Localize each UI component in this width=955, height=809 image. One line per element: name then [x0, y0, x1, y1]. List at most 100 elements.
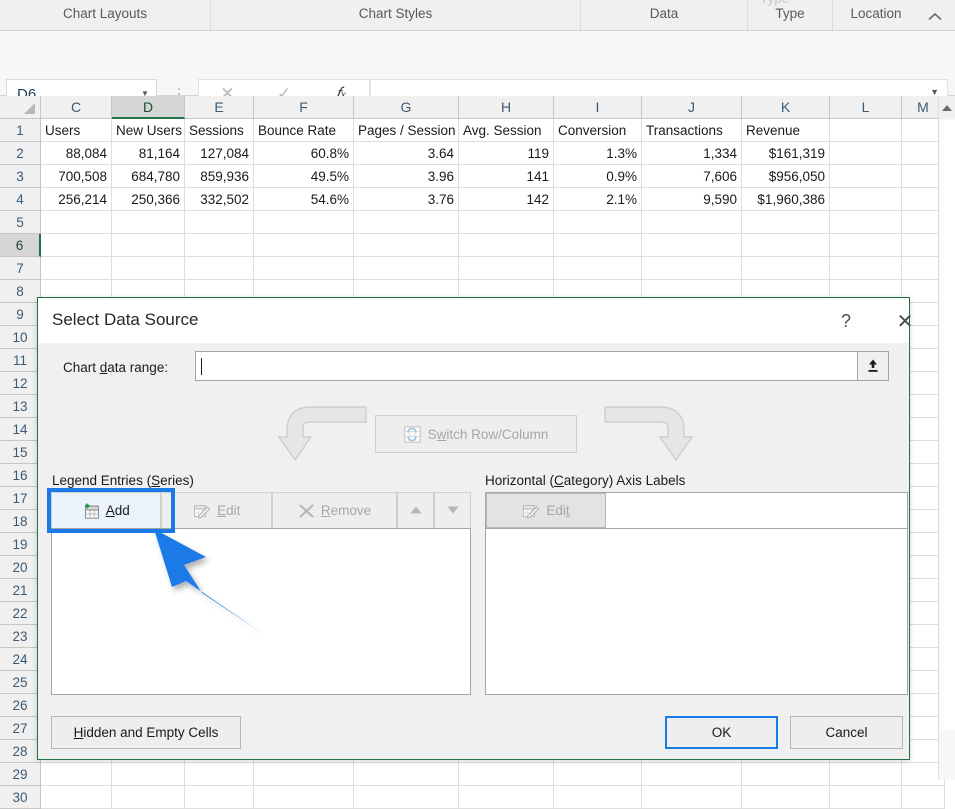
row-header-16[interactable]: 16: [0, 464, 41, 487]
cell[interactable]: [742, 763, 830, 786]
row-header-22[interactable]: 22: [0, 602, 41, 625]
data-cell[interactable]: 9,590: [642, 188, 742, 211]
data-cell[interactable]: 3.64: [354, 142, 459, 165]
vertical-scrollbar[interactable]: [938, 96, 955, 780]
header-cell[interactable]: Revenue: [742, 119, 830, 142]
row-header-21[interactable]: 21: [0, 579, 41, 602]
row-header-29[interactable]: 29: [0, 763, 41, 786]
cell[interactable]: [112, 257, 185, 280]
cell[interactable]: [41, 211, 112, 234]
cell[interactable]: [642, 763, 742, 786]
cell[interactable]: [554, 234, 642, 257]
header-cell[interactable]: Avg. Session: [459, 119, 554, 142]
header-cell[interactable]: Pages / Session: [354, 119, 459, 142]
data-cell[interactable]: 256,214: [41, 188, 112, 211]
row-header-23[interactable]: 23: [0, 625, 41, 648]
cell[interactable]: [112, 786, 185, 809]
hidden-and-empty-cells-button[interactable]: Hidden and Empty Cells: [51, 716, 241, 749]
data-cell[interactable]: 1.3%: [554, 142, 642, 165]
row-header-20[interactable]: 20: [0, 556, 41, 579]
column-header-e[interactable]: E: [185, 96, 254, 119]
data-cell[interactable]: 142: [459, 188, 554, 211]
cell[interactable]: [830, 142, 902, 165]
cell[interactable]: [254, 257, 354, 280]
row-header-5[interactable]: 5: [0, 211, 41, 234]
help-icon[interactable]: ?: [831, 307, 861, 335]
data-cell[interactable]: 141: [459, 165, 554, 188]
cell[interactable]: [354, 211, 459, 234]
data-cell[interactable]: $161,319: [742, 142, 830, 165]
column-header-g[interactable]: G: [354, 96, 459, 119]
row-header-8[interactable]: 8: [0, 280, 41, 303]
cell[interactable]: [459, 211, 554, 234]
cell[interactable]: [742, 786, 830, 809]
dialog-titlebar[interactable]: Select Data Source ? ✕: [38, 298, 909, 343]
scroll-up-arrow-icon[interactable]: [939, 96, 955, 119]
cell[interactable]: [112, 234, 185, 257]
cell[interactable]: [830, 763, 902, 786]
cell[interactable]: [830, 257, 902, 280]
column-header-h[interactable]: H: [459, 96, 554, 119]
cell[interactable]: [554, 786, 642, 809]
data-cell[interactable]: 49.5%: [254, 165, 354, 188]
cell[interactable]: [642, 786, 742, 809]
axis-labels-listbox[interactable]: [485, 528, 908, 695]
ribbon-group-chart-styles[interactable]: Chart Styles: [210, 0, 580, 30]
row-header-19[interactable]: 19: [0, 533, 41, 556]
cell[interactable]: [254, 763, 354, 786]
cell[interactable]: [830, 188, 902, 211]
header-cell[interactable]: Conversion: [554, 119, 642, 142]
row-header-28[interactable]: 28: [0, 740, 41, 763]
cell[interactable]: [254, 786, 354, 809]
cell[interactable]: [459, 234, 554, 257]
cell[interactable]: [742, 257, 830, 280]
row-header-4[interactable]: 4: [0, 188, 41, 211]
cell[interactable]: [830, 786, 902, 809]
cell[interactable]: [41, 786, 112, 809]
chevron-up-icon[interactable]: [921, 6, 949, 28]
data-cell[interactable]: 88,084: [41, 142, 112, 165]
row-header-27[interactable]: 27: [0, 717, 41, 740]
cell[interactable]: [185, 211, 254, 234]
cell[interactable]: [41, 234, 112, 257]
data-cell[interactable]: 0.9%: [554, 165, 642, 188]
legend-entries-listbox[interactable]: [51, 528, 471, 695]
cell[interactable]: [459, 257, 554, 280]
switch-row-column-button[interactable]: Switch Row/Column: [375, 415, 577, 453]
cell[interactable]: [185, 257, 254, 280]
data-cell[interactable]: 684,780: [112, 165, 185, 188]
data-cell[interactable]: 54.6%: [254, 188, 354, 211]
row-header-24[interactable]: 24: [0, 648, 41, 671]
cell[interactable]: [112, 211, 185, 234]
cell[interactable]: [459, 786, 554, 809]
cell[interactable]: [354, 234, 459, 257]
cell[interactable]: [354, 763, 459, 786]
cell[interactable]: [354, 786, 459, 809]
chart-data-range-input[interactable]: [195, 351, 875, 381]
cell[interactable]: [742, 234, 830, 257]
data-cell[interactable]: 81,164: [112, 142, 185, 165]
column-header-f[interactable]: F: [254, 96, 354, 119]
cell[interactable]: [185, 786, 254, 809]
cell[interactable]: [354, 257, 459, 280]
data-cell[interactable]: $956,050: [742, 165, 830, 188]
cell[interactable]: [554, 763, 642, 786]
cell[interactable]: [642, 257, 742, 280]
edit-axis-labels-button[interactable]: Edit: [486, 493, 606, 528]
row-header-3[interactable]: 3: [0, 165, 41, 188]
data-cell[interactable]: 2.1%: [554, 188, 642, 211]
data-cell[interactable]: $1,960,386: [742, 188, 830, 211]
data-cell[interactable]: 1,334: [642, 142, 742, 165]
data-cell[interactable]: 859,936: [185, 165, 254, 188]
ribbon-group-location[interactable]: Location: [832, 0, 919, 30]
cancel-button[interactable]: Cancel: [790, 716, 903, 749]
row-header-18[interactable]: 18: [0, 510, 41, 533]
select-data-source-dialog[interactable]: Select Data Source ? ✕ Chart data range:…: [37, 297, 910, 760]
data-cell[interactable]: 60.8%: [254, 142, 354, 165]
header-cell[interactable]: New Users: [112, 119, 185, 142]
column-header-j[interactable]: J: [642, 96, 742, 119]
edit-series-button[interactable]: Edit: [161, 492, 271, 529]
cell[interactable]: [642, 211, 742, 234]
move-series-down-button[interactable]: [434, 492, 471, 529]
data-cell[interactable]: 119: [459, 142, 554, 165]
